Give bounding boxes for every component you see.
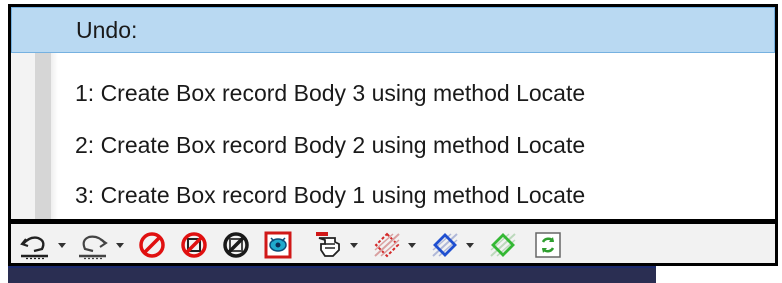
select-filter-red-button[interactable] xyxy=(369,230,405,260)
pointer-dropdown-arrow[interactable] xyxy=(349,230,359,260)
redo-dropdown-arrow[interactable] xyxy=(115,230,125,260)
redo-icon xyxy=(79,235,108,260)
select-filter-blue-button[interactable] xyxy=(427,230,463,260)
select-filter-icon xyxy=(490,233,516,257)
toolbar xyxy=(8,222,778,266)
undo-button[interactable] xyxy=(15,230,55,260)
chevron-down-icon xyxy=(350,242,358,248)
undo-menu-header: Undo: xyxy=(11,7,775,53)
undo-list-item-1[interactable]: 1: Create Box record Body 3 using method… xyxy=(11,73,775,113)
select-filter-blue-dropdown-arrow[interactable] xyxy=(465,230,475,260)
cancel-dark-button[interactable] xyxy=(219,230,253,260)
redo-button[interactable] xyxy=(73,230,113,260)
select-filter-icon xyxy=(432,233,458,257)
dark-panel-edge xyxy=(8,266,656,283)
cancel-box-button[interactable] xyxy=(177,230,211,260)
undo-list-item-3[interactable]: 3: Create Box record Body 1 using method… xyxy=(11,175,775,215)
undo-list-item-2[interactable]: 2: Create Box record Body 2 using method… xyxy=(11,125,775,165)
cancel-icon xyxy=(223,232,249,258)
cancel-icon xyxy=(139,232,165,258)
refresh-icon xyxy=(535,232,561,258)
pointer-hand-button[interactable] xyxy=(311,230,347,260)
chevron-down-icon xyxy=(408,242,416,248)
select-filter-green-button[interactable] xyxy=(485,230,521,260)
chevron-down-icon xyxy=(116,242,124,248)
select-filter-red-dropdown-arrow[interactable] xyxy=(407,230,417,260)
pointer-hand-icon xyxy=(316,232,340,257)
select-filter-icon xyxy=(374,232,400,258)
undo-dropdown-arrow[interactable] xyxy=(57,230,67,260)
inspect-icon xyxy=(264,231,292,259)
status-strip xyxy=(8,266,778,283)
undo-dropdown-menu: Undo: 1: Create Box record Body 3 using … xyxy=(8,4,778,222)
cancel-button[interactable] xyxy=(135,230,169,260)
cancel-icon xyxy=(181,232,207,258)
chevron-down-icon xyxy=(58,242,66,248)
chevron-down-icon xyxy=(466,242,474,248)
inspect-button[interactable] xyxy=(261,230,295,260)
undo-icon xyxy=(20,236,48,260)
refresh-button[interactable] xyxy=(531,230,565,260)
